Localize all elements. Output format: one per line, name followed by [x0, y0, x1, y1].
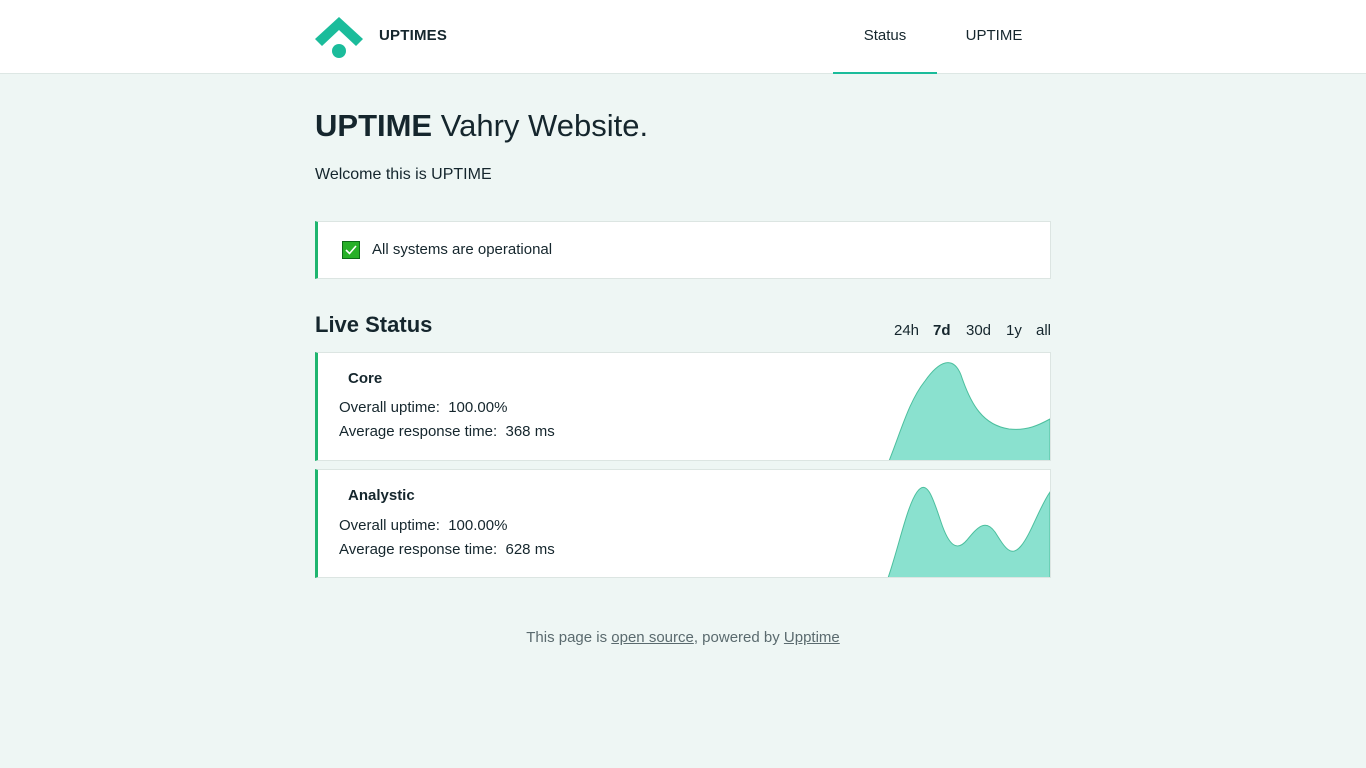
page-title: UPTIME Vahry Website.	[315, 108, 648, 144]
footer-middle: , powered by	[693, 629, 784, 646]
range-24h[interactable]: 24h	[894, 322, 919, 339]
service-card-analystic[interactable]: Analystic Overall uptime: 100.00% Averag…	[315, 469, 1051, 578]
response-value: 368 ms	[505, 423, 555, 440]
upptime-link[interactable]: Upptime	[784, 629, 840, 646]
nav-tab-status[interactable]: Status	[833, 0, 937, 74]
page-title-bold: UPTIME	[315, 108, 433, 143]
check-icon	[342, 241, 360, 259]
range-1y[interactable]: 1y	[1006, 322, 1022, 339]
response-label: Average response time:	[339, 423, 498, 440]
upptime-logo-icon[interactable]	[315, 15, 363, 59]
response-line: Average response time: 628 ms	[339, 541, 555, 558]
footer-prefix: This page is	[526, 629, 612, 646]
nav-tab-uptime[interactable]: UPTIME	[950, 0, 1038, 74]
brand-name[interactable]: UPTIMES	[379, 27, 447, 44]
uptime-label: Overall uptime:	[339, 517, 440, 534]
response-value: 628 ms	[505, 541, 555, 558]
page-footer: This page is open source, powered by Upp…	[0, 629, 1366, 646]
range-all[interactable]: all	[1036, 322, 1051, 339]
time-range-selector: 24h 7d 30d 1y all	[886, 322, 1051, 342]
response-time-sparkline	[888, 362, 1050, 460]
uptime-label: Overall uptime:	[339, 399, 440, 416]
top-bar: UPTIMES Status UPTIME	[0, 0, 1366, 74]
uptime-line: Overall uptime: 100.00%	[339, 517, 507, 534]
service-card-core[interactable]: Core Overall uptime: 100.00% Average res…	[315, 352, 1051, 461]
open-source-link[interactable]: open source	[611, 629, 694, 646]
range-7d[interactable]: 7d	[933, 322, 951, 339]
response-line: Average response time: 368 ms	[339, 423, 555, 440]
status-summary-text: All systems are operational	[372, 241, 553, 258]
intro-text: Welcome this is UPTIME	[315, 166, 492, 183]
service-name[interactable]: Analystic	[348, 487, 415, 504]
service-name[interactable]: Core	[348, 370, 382, 387]
response-time-sparkline	[887, 486, 1050, 577]
response-label: Average response time:	[339, 541, 498, 558]
live-status-heading: Live Status	[315, 312, 433, 337]
uptime-line: Overall uptime: 100.00%	[339, 399, 507, 416]
uptime-value: 100.00%	[448, 517, 508, 534]
range-30d[interactable]: 30d	[966, 322, 991, 339]
status-summary-banner: All systems are operational	[315, 221, 1051, 279]
uptime-value: 100.00%	[448, 399, 508, 416]
page-title-rest: Vahry Website.	[432, 108, 649, 143]
